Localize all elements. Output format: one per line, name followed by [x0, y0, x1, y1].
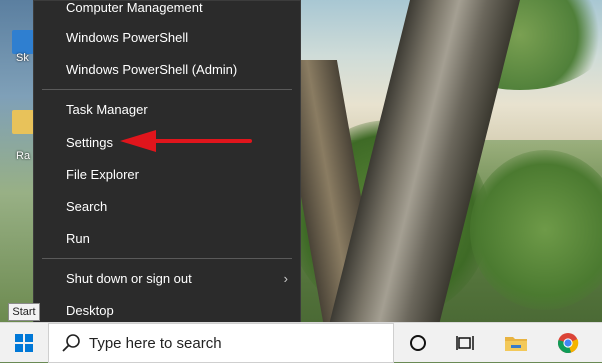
task-view-button[interactable]: [442, 323, 490, 363]
taskbar-search-box[interactable]: Type here to search: [48, 323, 394, 363]
folder-icon[interactable]: [12, 110, 34, 134]
cortana-button[interactable]: [394, 323, 442, 363]
search-placeholder: Type here to search: [89, 334, 222, 352]
menu-item-run[interactable]: Run: [34, 222, 300, 254]
menu-item-windows-powershell[interactable]: Windows PowerShell: [34, 21, 300, 53]
menu-item-label: Desktop: [66, 302, 114, 318]
chevron-right-icon: ›: [283, 271, 288, 286]
start-button[interactable]: [0, 323, 48, 363]
menu-item-shut-down-or-sign-out[interactable]: Shut down or sign out ›: [34, 262, 300, 294]
menu-item-label: Windows PowerShell (Admin): [66, 61, 238, 77]
menu-item-search[interactable]: Search: [34, 190, 300, 222]
task-view-icon: [456, 336, 474, 350]
taskbar: Type here to search: [0, 322, 602, 363]
menu-item-label: Shut down or sign out: [66, 270, 192, 286]
file-explorer-button[interactable]: [492, 323, 540, 363]
menu-separator: [42, 258, 292, 259]
desktop-icon-label: Sk: [16, 52, 29, 64]
desktop-icon-label: Ra: [16, 150, 31, 162]
app-shortcut-icon[interactable]: [12, 30, 34, 54]
start-tooltip: Start: [8, 303, 40, 321]
power-user-menu: Computer Management Windows PowerShell W…: [33, 0, 301, 334]
red-arrow-annotation-icon: [120, 130, 252, 152]
menu-separator: [42, 89, 292, 90]
menu-item-label: Computer Management: [66, 0, 203, 15]
windows-logo-icon: [15, 334, 33, 352]
file-explorer-icon: [505, 337, 527, 351]
chrome-icon: [558, 333, 579, 353]
menu-item-label: Windows PowerShell: [66, 29, 189, 45]
menu-item-label: Task Manager: [66, 101, 148, 117]
menu-item-computer-management[interactable]: Computer Management: [34, 0, 300, 23]
menu-item-label: Settings: [66, 134, 113, 150]
chrome-button[interactable]: [544, 323, 592, 363]
wallpaper-foliage: [470, 150, 602, 310]
menu-item-label: File Explorer: [66, 166, 139, 182]
menu-item-file-explorer[interactable]: File Explorer: [34, 158, 300, 190]
search-icon: [62, 334, 80, 352]
menu-item-task-manager[interactable]: Task Manager: [34, 93, 300, 125]
menu-item-label: Search: [66, 198, 108, 214]
cortana-circle-icon: [410, 335, 426, 351]
menu-item-windows-powershell-admin[interactable]: Windows PowerShell (Admin): [34, 53, 300, 85]
menu-item-label: Run: [66, 230, 90, 246]
